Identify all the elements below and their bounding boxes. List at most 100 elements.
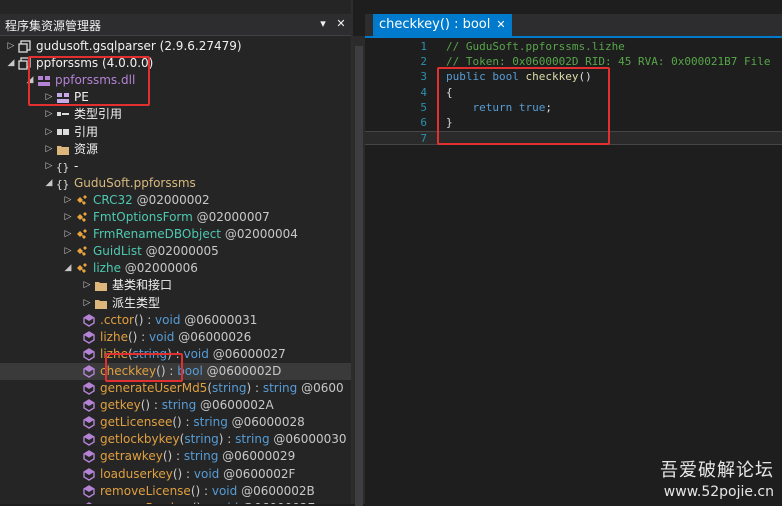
expand-arrow-icon[interactable]: ▷: [63, 243, 73, 260]
method-icon: [82, 330, 96, 344]
tree-row[interactable]: getkey() : string @0600002A: [0, 397, 351, 414]
editor-tab-strip: checkkey() : bool ✕: [365, 14, 782, 38]
item-name: lizhe: [100, 346, 128, 361]
item-name: 基类和接口: [112, 278, 173, 293]
item-name: getrawkey: [100, 449, 163, 464]
tree-item-label: 派生类型: [112, 295, 160, 312]
tree-scrollbar[interactable]: [353, 36, 365, 506]
tree-row[interactable]: removeRawkey() : void @0600002E: [0, 500, 351, 504]
tree-row[interactable]: ◢{} GuduSoft.ppforssms: [0, 175, 351, 192]
tree-row[interactable]: ▷ gudusoft.gsqlparser (2.9.6.27479): [0, 38, 351, 55]
code-line[interactable]: 6}: [365, 116, 782, 130]
expand-arrow-icon[interactable]: ▷: [44, 158, 54, 175]
tree-item-label: lizhe @02000006: [93, 260, 198, 277]
type-separator: :: [251, 381, 263, 395]
expand-arrow-icon[interactable]: ▷: [82, 277, 92, 294]
tree-row[interactable]: ▷ GuidList @02000005: [0, 243, 351, 260]
tree-row[interactable]: ▷ PE: [0, 89, 351, 106]
tab-close-button[interactable]: ✕: [496, 18, 505, 31]
tree-row[interactable]: removeLicense() : void @0600002B: [0, 483, 351, 500]
expand-arrow-icon[interactable]: ▷: [63, 226, 73, 243]
method-params: (): [162, 449, 173, 464]
scrollbar-thumb[interactable]: [355, 46, 363, 506]
code-line[interactable]: 4{: [365, 86, 782, 100]
expand-arrow-icon[interactable]: ▷: [44, 141, 54, 158]
metadata-token: @0600002F: [219, 466, 296, 481]
method-params: (): [190, 483, 201, 498]
code-text: // Token: 0x0600002D RID: 45 RVA: 0x0000…: [446, 55, 771, 69]
tree-row[interactable]: ◢ ppforssms.dll: [0, 72, 351, 89]
tree-row[interactable]: ▷ FmtOptionsForm @02000007: [0, 209, 351, 226]
return-type: bool: [177, 363, 203, 378]
tree-row[interactable]: ▷{} -: [0, 158, 351, 175]
code-line[interactable]: 7: [365, 131, 782, 146]
expand-arrow-icon[interactable]: ▷: [44, 124, 54, 141]
expand-arrow-icon[interactable]: ▷: [63, 209, 73, 226]
tree-row[interactable]: ▷ 资源: [0, 141, 351, 158]
expand-arrow-icon[interactable]: ▷: [6, 38, 16, 55]
tree-item-label: FrmRenameDBObject @02000004: [93, 226, 298, 243]
svg-text:{}: {}: [56, 178, 69, 190]
return-type: void: [155, 312, 181, 327]
type-separator: :: [137, 329, 150, 344]
panel-close-button[interactable]: ✕: [334, 16, 348, 32]
code-line[interactable]: 3 public bool checkkey(): [365, 70, 782, 84]
watermark-title: 吾爱破解论坛: [660, 460, 774, 481]
tree-row[interactable]: .cctor() : void @06000031: [0, 312, 351, 329]
watermark: 吾爱破解论坛 www.52pojie.cn: [660, 456, 774, 500]
item-name: 引用: [74, 124, 99, 139]
tree-item-label: .cctor() : void @06000031: [100, 312, 257, 329]
code-line[interactable]: 1 // GuduSoft.ppforssms.lizhe: [365, 40, 782, 54]
tree-row[interactable]: ▷ 类型引用: [0, 106, 351, 123]
expand-arrow-icon[interactable]: ▷: [82, 295, 92, 312]
tab-checkkey[interactable]: checkkey() : bool ✕: [373, 14, 512, 36]
tree-row[interactable]: getlockbykey(string) : string @06000030: [0, 431, 351, 448]
return-type: string: [262, 381, 298, 395]
tree-row[interactable]: ▷ 引用: [0, 124, 351, 141]
collapse-arrow-icon[interactable]: ◢: [25, 72, 35, 89]
tree-row[interactable]: ▷ FrmRenameDBObject @02000004: [0, 226, 351, 243]
tree-row[interactable]: getrawkey() : string @06000029: [0, 448, 351, 465]
tree-row[interactable]: ▷ CRC32 @02000002: [0, 192, 351, 209]
collapse-arrow-icon[interactable]: ◢: [6, 55, 16, 72]
tree-row[interactable]: ▷ 基类和接口: [0, 277, 351, 294]
tree-row[interactable]: lizhe() : void @06000026: [0, 329, 351, 346]
assembly-explorer-panel: 程序集资源管理器 ▾ ✕ ▷ gudusoft.gsqlparser (2.9.6…: [0, 0, 351, 504]
return-type: void: [211, 483, 238, 498]
metadata-token: @06000030: [269, 432, 347, 447]
item-name: checkkey: [100, 363, 157, 378]
tree-item-label: loaduserkey() : void @0600002F: [100, 466, 295, 483]
tree-item-label: removeRawkey() : void @0600002E: [100, 500, 315, 504]
code-line[interactable]: 2 // Token: 0x0600002D RID: 45 RVA: 0x000…: [365, 55, 782, 69]
code-editor-panel: checkkey() : bool ✕ 1 // GuduSoft.ppforssm…: [365, 0, 782, 504]
tree-item-label: 类型引用: [74, 106, 122, 123]
tree-item-label: getLicensee() : string @06000028: [100, 414, 305, 431]
assembly-icon: [18, 40, 32, 53]
collapse-arrow-icon[interactable]: ◢: [63, 260, 73, 277]
method-params: (): [172, 415, 182, 430]
return-type: void: [149, 329, 175, 344]
tree-row[interactable]: getLicensee() : string @06000028: [0, 414, 351, 431]
tree-row[interactable]: generateUserMd5(string) : string @0600: [0, 380, 351, 397]
tree-row[interactable]: checkkey() : bool @0600002D: [0, 362, 351, 380]
item-name: PE: [74, 90, 89, 105]
item-name: FmtOptionsForm: [93, 210, 193, 224]
line-number: 3: [420, 70, 427, 84]
panel-menu-button[interactable]: ▾: [316, 16, 330, 32]
collapse-arrow-icon[interactable]: ◢: [44, 175, 54, 192]
method-params: (): [140, 398, 151, 413]
expand-arrow-icon[interactable]: ▷: [44, 106, 54, 123]
tree-row[interactable]: ◢ ppforssms (4.0.0.0): [0, 55, 351, 72]
metadata-token: @06000031: [180, 312, 258, 327]
tree-row[interactable]: ◢ lizhe @02000006: [0, 260, 351, 277]
expand-arrow-icon[interactable]: ▷: [63, 192, 73, 209]
pe-icon: [56, 91, 70, 104]
tree-row[interactable]: loaduserkey() : void @0600002F: [0, 466, 351, 483]
item-name: FrmRenameDBObject: [93, 227, 221, 242]
expand-arrow-icon[interactable]: ▷: [44, 89, 54, 106]
tree-row[interactable]: lizhe(string) : void @06000027: [0, 346, 351, 363]
tree-item-label: lizhe() : void @06000026: [100, 329, 251, 346]
tree-row[interactable]: ▷ 派生类型: [0, 295, 351, 312]
code-line[interactable]: 5 return true;: [365, 101, 782, 115]
method-params: (): [156, 363, 166, 378]
